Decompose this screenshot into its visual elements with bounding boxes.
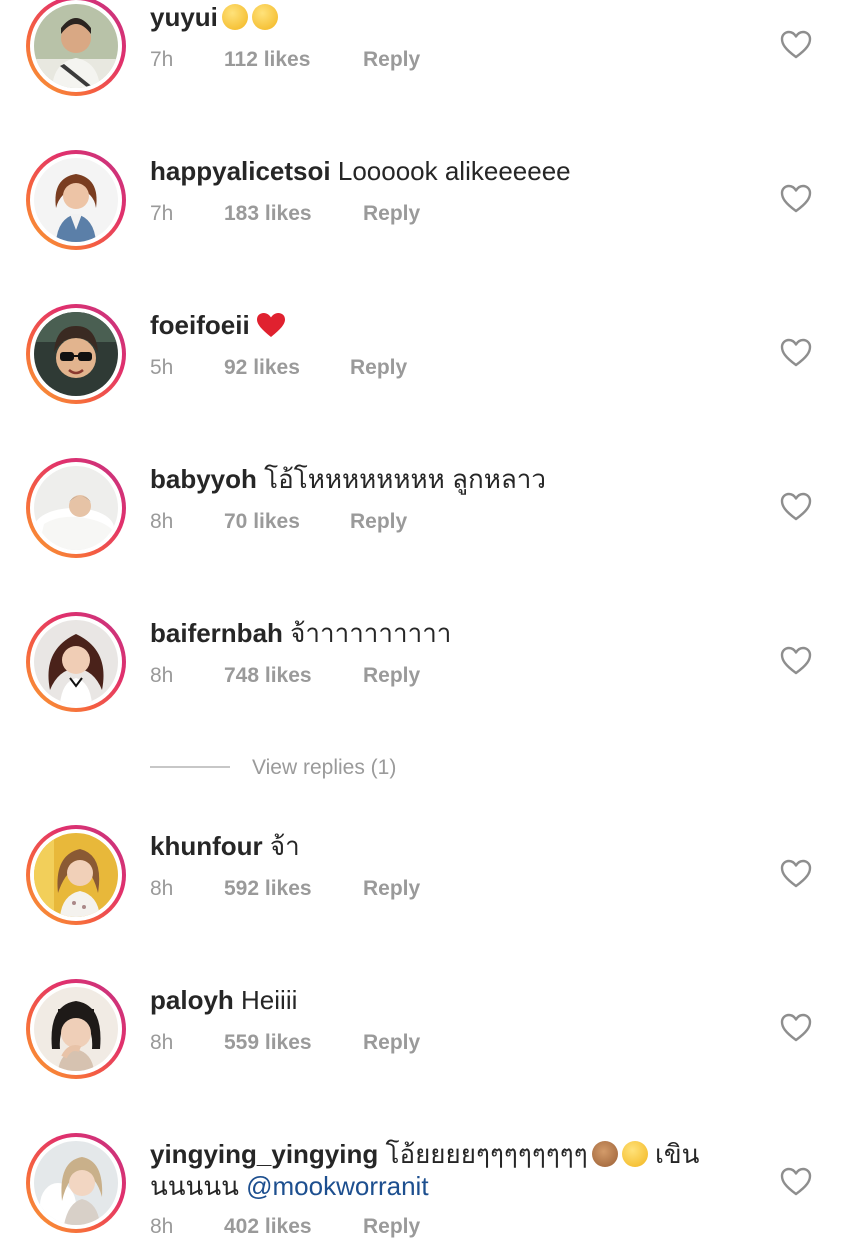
red-heart-emoji [256, 312, 286, 338]
comment-item: paloyh Heiiii 8h 559 likes Reply [0, 979, 860, 1093]
like-heart-icon[interactable] [780, 30, 812, 60]
comment-text-line2: นนนนน [150, 1171, 239, 1201]
comment-username[interactable]: khunfour [150, 831, 263, 861]
comment-likes[interactable]: 559 likes [224, 1029, 312, 1057]
comment-item: baifernbah จ้าาาาาาาาาา 8h 748 likes Rep… [0, 612, 860, 726]
comment-time[interactable]: 7h [150, 46, 173, 74]
comment-time[interactable]: 8h [150, 662, 173, 690]
smiling-face-with-heart-eyes-emoji [621, 1141, 648, 1167]
reply-button[interactable]: Reply [350, 508, 407, 536]
comment-item: happyalicetsoi Loooook alikeeeeee 7h 183… [0, 150, 860, 264]
avatar-photo [34, 987, 118, 1071]
view-replies-button[interactable]: View replies (1) [252, 752, 396, 784]
avatar[interactable] [26, 458, 126, 558]
comment-text: Heiiii [241, 985, 298, 1015]
mention-link[interactable]: @mookworranit [246, 1171, 428, 1201]
comment-text: Loooook alikeeeeee [337, 156, 571, 186]
comment-username[interactable]: baifernbah [150, 618, 283, 648]
comment-time[interactable]: 5h [150, 354, 173, 382]
comment-text: โอ้ยยยยๆๆๆๆๆๆๆๆ [385, 1139, 588, 1169]
reply-button[interactable]: Reply [363, 1029, 420, 1057]
comment-likes[interactable]: 748 likes [224, 662, 312, 690]
pleading-face-emoji [251, 4, 278, 30]
avatar[interactable] [26, 1133, 126, 1233]
comment-likes[interactable]: 92 likes [224, 354, 300, 382]
comment-username[interactable]: happyalicetsoi [150, 156, 331, 186]
view-replies[interactable]: View replies (1) [150, 752, 550, 784]
see-no-evil-monkey-emoji [591, 1141, 618, 1167]
comment-username[interactable]: paloyh [150, 985, 234, 1015]
like-heart-icon[interactable] [780, 1167, 812, 1197]
comment-item: foeifoeii 5h 92 likes Reply [0, 304, 860, 418]
comment-item: yuyui 7h 112 likes Reply [0, 0, 860, 110]
like-heart-icon[interactable] [780, 646, 812, 676]
comment-text-after: เขิน [654, 1139, 700, 1169]
comment-time[interactable]: 8h [150, 508, 173, 536]
comment-item: khunfour จ้า 8h 592 likes Reply [0, 825, 860, 939]
avatar[interactable] [26, 0, 126, 96]
reply-button[interactable]: Reply [363, 662, 420, 690]
avatar[interactable] [26, 612, 126, 712]
comment-likes[interactable]: 402 likes [224, 1213, 312, 1241]
like-heart-icon[interactable] [780, 338, 812, 368]
like-heart-icon[interactable] [780, 859, 812, 889]
avatar-photo [34, 620, 118, 704]
like-heart-icon[interactable] [780, 184, 812, 214]
replies-divider [150, 766, 230, 768]
avatar-photo [34, 1141, 118, 1225]
comment-username[interactable]: foeifoeii [150, 310, 250, 340]
comment-text: โอ้โหหหหหหหห ลูกหลาว [264, 464, 546, 494]
like-heart-icon[interactable] [780, 492, 812, 522]
comment-item: babyyoh โอ้โหหหหหหหห ลูกหลาว 8h 70 likes… [0, 458, 860, 572]
comment-time[interactable]: 7h [150, 200, 173, 228]
reply-button[interactable]: Reply [363, 875, 420, 903]
comment-username[interactable]: yuyui [150, 2, 218, 32]
like-heart-icon[interactable] [780, 1013, 812, 1043]
reply-button[interactable]: Reply [363, 200, 420, 228]
avatar[interactable] [26, 150, 126, 250]
comment-username[interactable]: yingying_yingying [150, 1139, 378, 1169]
comment-likes[interactable]: 70 likes [224, 508, 300, 536]
comment-time[interactable]: 8h [150, 1213, 173, 1241]
avatar[interactable] [26, 979, 126, 1079]
reply-button[interactable]: Reply [363, 46, 420, 74]
pleading-face-emoji [221, 4, 248, 30]
avatar-photo [34, 158, 118, 242]
avatar-photo [34, 312, 118, 396]
comment-time[interactable]: 8h [150, 1029, 173, 1057]
avatar[interactable] [26, 825, 126, 925]
comment-item: yingying_yingying โอ้ยยยยๆๆๆๆๆๆๆๆ เขิน น… [0, 1133, 860, 1238]
comment-likes[interactable]: 592 likes [224, 875, 312, 903]
comment-time[interactable]: 8h [150, 875, 173, 903]
avatar-photo [34, 833, 118, 917]
comment-likes[interactable]: 183 likes [224, 200, 312, 228]
avatar[interactable] [26, 304, 126, 404]
avatar-photo [34, 4, 118, 88]
comment-username[interactable]: babyyoh [150, 464, 257, 494]
comment-text: จ้าาาาาาาาาา [290, 618, 452, 648]
comment-text: จ้า [269, 831, 300, 861]
comment-likes[interactable]: 112 likes [224, 46, 310, 74]
avatar-photo [34, 466, 118, 550]
reply-button[interactable]: Reply [363, 1213, 420, 1241]
reply-button[interactable]: Reply [350, 354, 407, 382]
